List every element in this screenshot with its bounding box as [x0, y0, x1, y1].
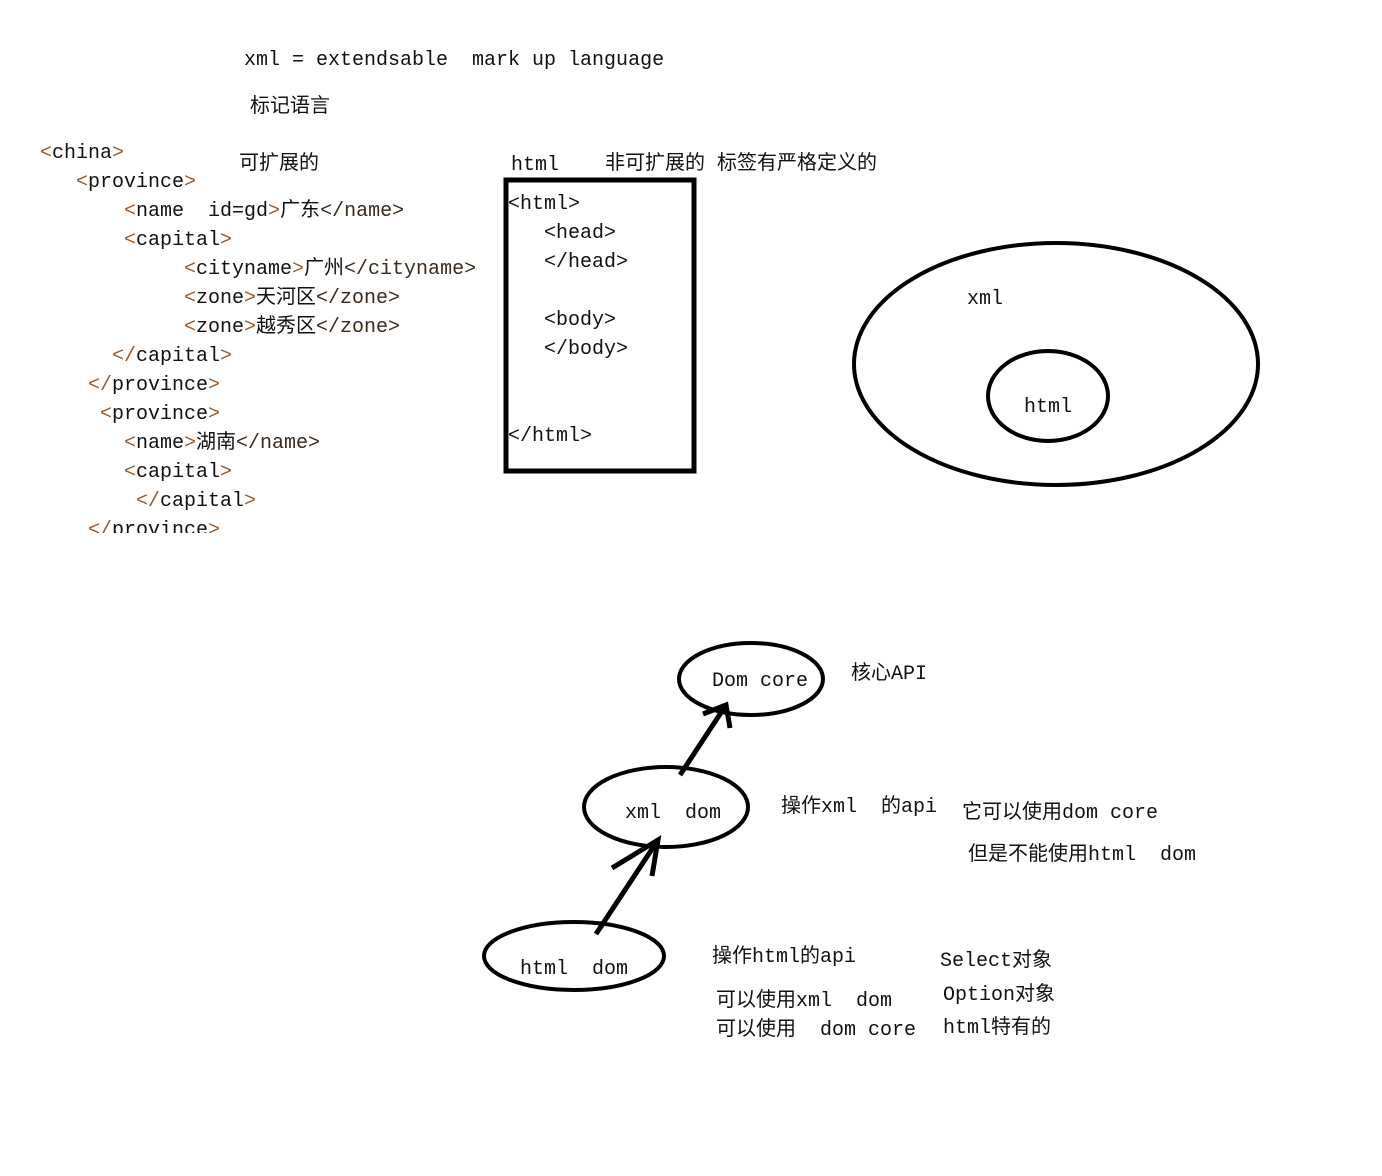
venn-html-label: html	[1024, 396, 1073, 419]
arrow-html-to-xml	[593, 835, 662, 936]
html-can-note-2: 可以使用 dom core	[716, 1019, 917, 1042]
xml-api-note: 操作xml 的api	[781, 796, 938, 819]
html-code-line: </html>	[508, 425, 593, 448]
dom-core-label: Dom core	[712, 670, 809, 693]
venn-xml-label: xml	[967, 288, 1004, 311]
arrow-xml-to-core	[677, 701, 733, 777]
select-object-note: Select对象	[940, 950, 1053, 973]
xml-can-note: 它可以使用dom core	[962, 802, 1159, 825]
html-code-line: <body>	[544, 309, 617, 332]
core-api-note: 核心API	[851, 663, 928, 686]
html-specific-note: html特有的	[943, 1017, 1052, 1040]
html-code-line: </head>	[544, 251, 629, 274]
xml-cannot-note: 但是不能使用html dom	[968, 844, 1197, 867]
option-object-note: Option对象	[943, 984, 1056, 1007]
html-code-line: <html>	[508, 193, 581, 216]
xml-outer-ellipse	[852, 241, 1260, 487]
html-code-line: <head>	[544, 222, 617, 245]
diagram-shapes	[482, 177, 1260, 992]
xml-dom-label: xml dom	[625, 802, 722, 825]
html-code-line: </body>	[544, 338, 629, 361]
html-api-note: 操作html的api	[712, 946, 857, 969]
html-can-note-1: 可以使用xml dom	[716, 990, 893, 1013]
html-dom-label: html dom	[520, 958, 629, 981]
